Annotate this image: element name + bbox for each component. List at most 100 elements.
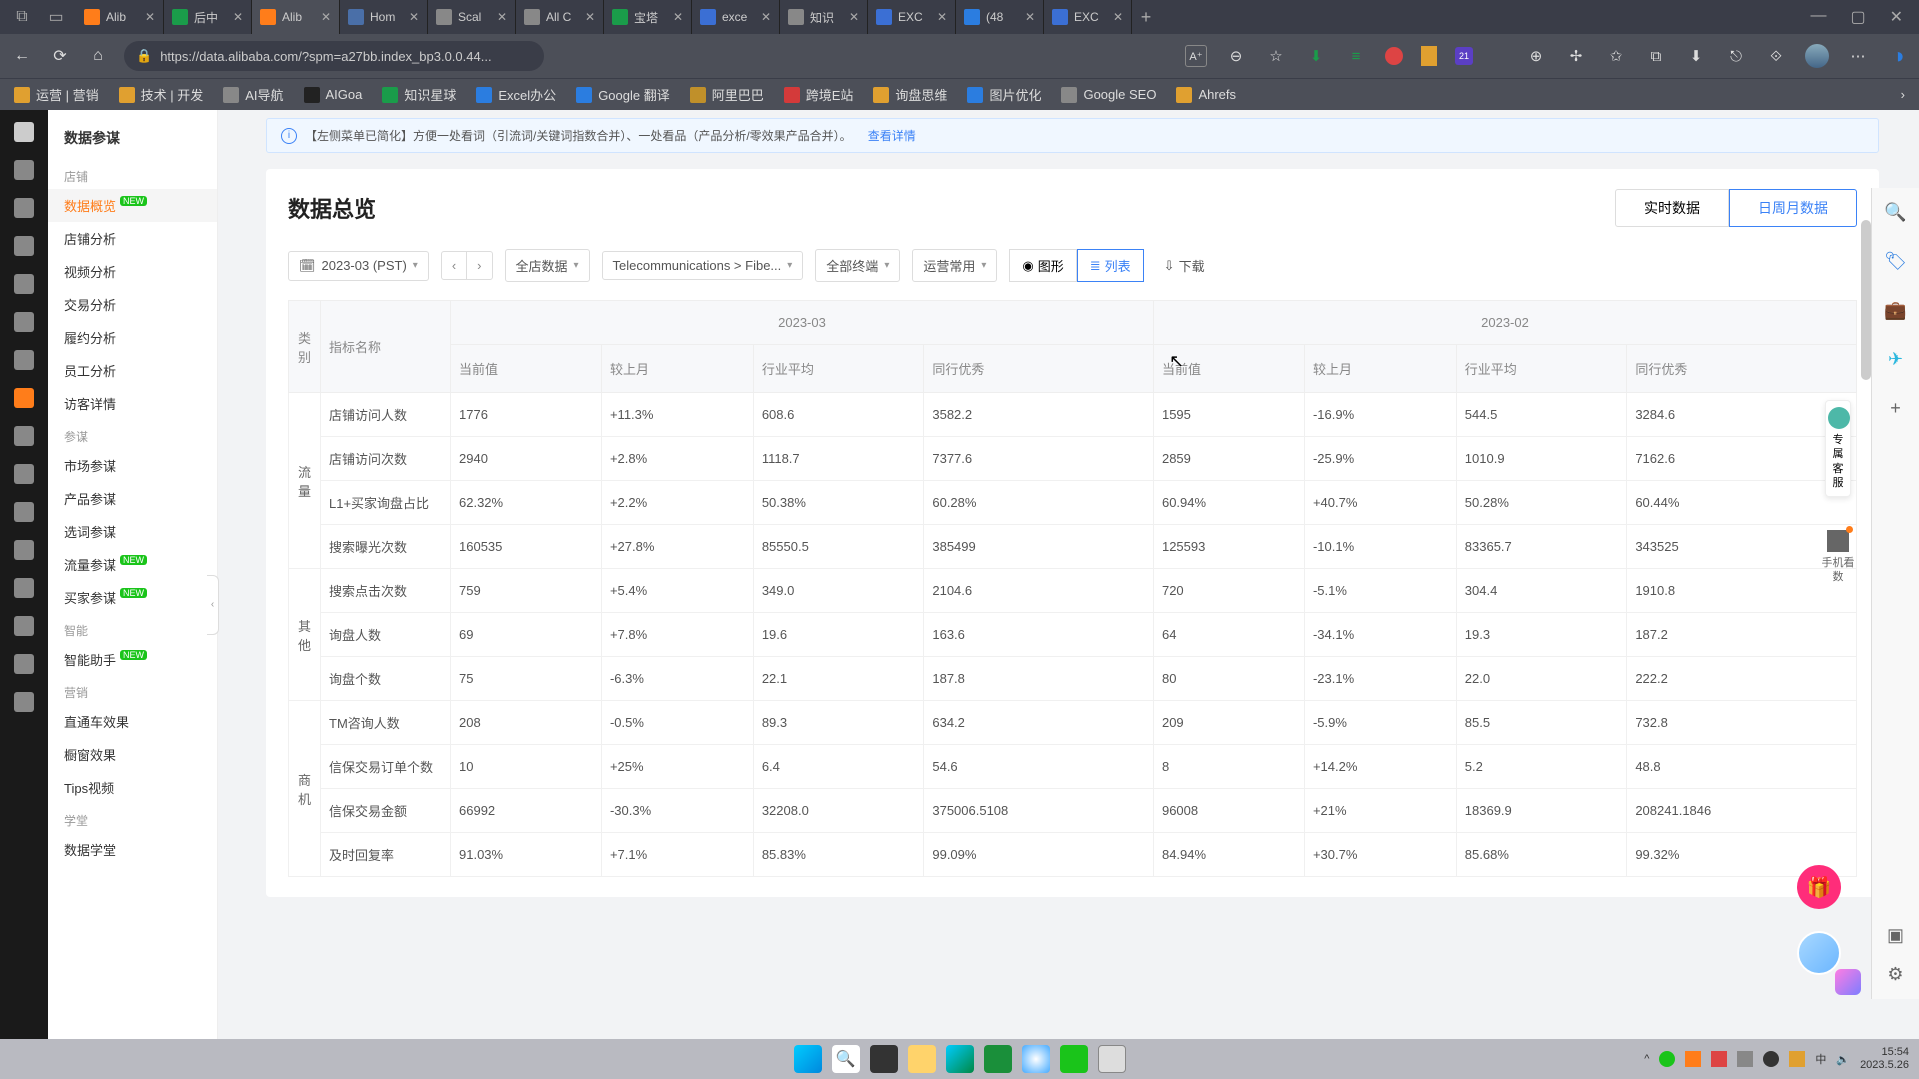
browser-tab[interactable]: Alib✕ — [252, 0, 340, 34]
assistant-avatar[interactable] — [1797, 931, 1841, 975]
close-tab-icon[interactable]: ✕ — [497, 10, 507, 24]
screenshot-icon[interactable]: ⟐ — [1765, 45, 1787, 67]
browser-tab[interactable]: 宝塔✕ — [604, 0, 692, 34]
rail-nav-icon[interactable] — [14, 122, 34, 142]
sidebar-item[interactable]: 选词参谋 — [48, 515, 217, 548]
download-button[interactable]: ⇩ 下载 — [1164, 256, 1205, 275]
tray-app3-icon[interactable] — [1711, 1051, 1727, 1067]
tray-qq-icon[interactable] — [1763, 1051, 1779, 1067]
sidebar-item[interactable]: 数据概览NEW — [48, 189, 217, 222]
bookmark-item[interactable]: 阿里巴巴 — [690, 85, 764, 104]
taskview-button[interactable] — [870, 1045, 898, 1073]
taskbar-clock[interactable]: 15:54 2023.5.26 — [1860, 1046, 1909, 1072]
tab-realtime[interactable]: 实时数据 — [1615, 189, 1729, 227]
extensions-icon[interactable]: ✢ — [1565, 45, 1587, 67]
sidebar-item[interactable]: 访客详情 — [48, 387, 217, 420]
sidebar-item[interactable]: 智能助手NEW — [48, 643, 217, 676]
refresh-button[interactable]: ⟳ — [48, 46, 72, 66]
excel-icon[interactable] — [984, 1045, 1012, 1073]
sidebar-item[interactable]: 直通车效果 — [48, 705, 217, 738]
browser-tab[interactable]: Scal✕ — [428, 0, 516, 34]
explorer-icon[interactable] — [908, 1045, 936, 1073]
sidebar-item[interactable]: 数据学堂 — [48, 833, 217, 866]
customer-service-widget[interactable]: 专属客服 — [1825, 400, 1851, 497]
tag-icon[interactable]: 🏷 — [1884, 251, 1907, 272]
settings-icon[interactable]: ⚙ — [1887, 964, 1903, 985]
rail-heart-icon[interactable] — [14, 654, 34, 674]
add-tool-icon[interactable]: + — [1890, 398, 1901, 419]
mobile-qr-widget[interactable]: 手机看数 — [1819, 530, 1857, 585]
bookmarks-overflow-icon[interactable]: › — [1901, 87, 1905, 102]
browser-tab[interactable]: 后中✕ — [164, 0, 252, 34]
rail-cloud-icon[interactable] — [14, 578, 34, 598]
sidebar-item[interactable]: 履约分析 — [48, 321, 217, 354]
bookmark-item[interactable]: Excel办公 — [476, 85, 556, 104]
vertical-scrollbar[interactable] — [1861, 220, 1871, 380]
close-tab-icon[interactable]: ✕ — [585, 10, 595, 24]
view-list-button[interactable]: ≣ 列表 — [1077, 249, 1144, 282]
sidebar-item[interactable]: 买家参谋NEW — [48, 581, 217, 614]
tray-app1-icon[interactable] — [1659, 1051, 1675, 1067]
scope-select[interactable]: 全店数据 ▾ — [505, 249, 590, 282]
next-button[interactable]: › — [467, 252, 491, 279]
ext8-icon[interactable]: ⎋ — [1725, 45, 1747, 67]
tab-actions-icon[interactable]: ▭ — [42, 3, 70, 31]
sidebar-item[interactable]: 产品参谋 — [48, 482, 217, 515]
gift-fab[interactable]: 🎁 — [1797, 865, 1841, 909]
tray-shield-icon[interactable] — [1789, 1051, 1805, 1067]
wechat-icon[interactable] — [1060, 1045, 1088, 1073]
ext4-icon[interactable] — [1421, 46, 1437, 66]
rail-analytics-icon[interactable] — [14, 388, 34, 408]
ext2-icon[interactable]: ≡ — [1345, 45, 1367, 67]
close-tab-icon[interactable]: ✕ — [937, 10, 947, 24]
bookmark-item[interactable]: 技术 | 开发 — [119, 85, 204, 104]
preset-select[interactable]: 运营常用 ▾ — [912, 249, 997, 282]
close-tab-icon[interactable]: ✕ — [145, 10, 155, 24]
bookmark-item[interactable]: Google SEO — [1061, 87, 1156, 103]
prev-button[interactable]: ‹ — [442, 252, 467, 279]
browser-tab[interactable]: All C✕ — [516, 0, 604, 34]
rail-bag-icon[interactable] — [14, 692, 34, 712]
tray-app4-icon[interactable] — [1737, 1051, 1753, 1067]
bookmark-item[interactable]: AIGoa — [304, 87, 363, 103]
home-button[interactable]: ⌂ — [86, 47, 110, 65]
copilot-icon[interactable]: ◑ — [1887, 45, 1909, 67]
ext3-icon[interactable] — [1385, 47, 1403, 65]
workspaces-icon[interactable]: ⧉ — [8, 3, 36, 31]
date-select[interactable]: 🗓 2023-03 (PST) ▾ — [288, 251, 429, 281]
bookmark-item[interactable]: AI导航 — [223, 85, 283, 104]
browser-tab[interactable]: Alib✕ — [76, 0, 164, 34]
downloads-icon[interactable]: ⬇ — [1685, 45, 1707, 67]
tray-volume-icon[interactable]: 🔊 — [1836, 1053, 1850, 1066]
rail-chat-icon[interactable] — [14, 350, 34, 370]
sidebar-item[interactable]: 橱窗效果 — [48, 738, 217, 771]
browser-tab[interactable]: exce✕ — [692, 0, 780, 34]
sidebar-item[interactable]: 交易分析 — [48, 288, 217, 321]
ai-fab[interactable] — [1835, 969, 1861, 995]
close-tab-icon[interactable]: ✕ — [673, 10, 683, 24]
terminal-select[interactable]: 全部终端 ▾ — [815, 249, 900, 282]
bookmark-item[interactable]: 跨境E站 — [784, 85, 854, 104]
search-icon[interactable]: 🔍 — [1884, 202, 1906, 223]
more-icon[interactable]: ⋯ — [1847, 45, 1869, 67]
browser-tab[interactable]: Hom✕ — [340, 0, 428, 34]
url-field[interactable]: 🔒 https://data.alibaba.com/?spm=a27bb.in… — [124, 41, 544, 71]
rail-doc-icon[interactable] — [14, 502, 34, 522]
sidebar-item[interactable]: Tips视频 — [48, 771, 217, 804]
send-icon[interactable]: ✈ — [1888, 349, 1903, 370]
close-window-icon[interactable]: ✕ — [1890, 7, 1903, 27]
ext5-icon[interactable]: 21 — [1455, 47, 1473, 65]
sidebar-item[interactable]: 店铺分析 — [48, 222, 217, 255]
notice-link[interactable]: 查看详情 — [868, 127, 916, 144]
back-button[interactable]: ← — [10, 47, 34, 65]
rail-shop-icon[interactable] — [14, 198, 34, 218]
close-tab-icon[interactable]: ✕ — [233, 10, 243, 24]
briefcase-icon[interactable]: 💼 — [1884, 300, 1906, 321]
bookmark-item[interactable]: 知识星球 — [382, 85, 456, 104]
sidebar-item[interactable]: 视频分析 — [48, 255, 217, 288]
ext6-icon[interactable] — [1491, 48, 1507, 64]
panel-icon[interactable]: ▣ — [1887, 925, 1904, 946]
ext1-icon[interactable]: ⬇ — [1305, 45, 1327, 67]
browser-tab[interactable]: (48✕ — [956, 0, 1044, 34]
collections-icon[interactable]: ⧉ — [1645, 45, 1667, 67]
